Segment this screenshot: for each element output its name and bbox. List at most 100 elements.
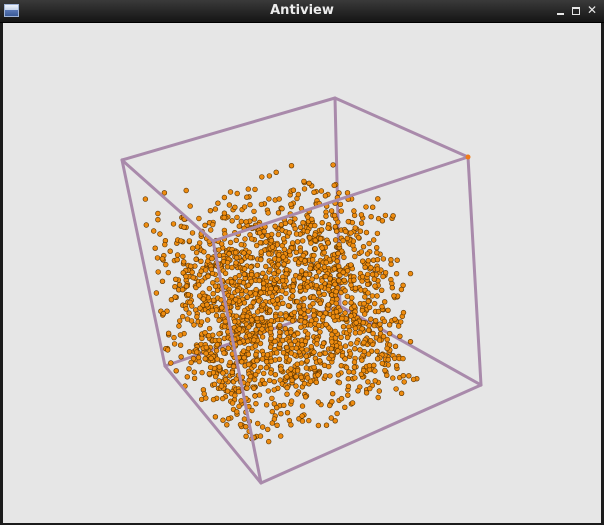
particle bbox=[308, 240, 314, 246]
particle bbox=[297, 284, 303, 290]
particle bbox=[223, 284, 229, 290]
particle bbox=[173, 368, 179, 374]
particle bbox=[348, 282, 354, 288]
particle bbox=[238, 398, 244, 404]
particle bbox=[245, 338, 251, 344]
particle bbox=[238, 218, 245, 225]
particle bbox=[241, 271, 248, 278]
particle bbox=[171, 334, 177, 341]
particle bbox=[284, 385, 290, 391]
particle bbox=[222, 318, 229, 325]
particle bbox=[266, 438, 272, 445]
particle bbox=[180, 253, 186, 260]
particle bbox=[321, 264, 328, 270]
particle bbox=[216, 247, 222, 253]
particle bbox=[268, 358, 274, 364]
particle bbox=[305, 308, 311, 314]
particle bbox=[222, 377, 229, 383]
particle bbox=[374, 250, 380, 256]
particle bbox=[366, 304, 373, 311]
particle bbox=[369, 271, 376, 278]
particle bbox=[307, 265, 313, 272]
maximize-button[interactable] bbox=[569, 3, 583, 18]
particle bbox=[322, 350, 328, 356]
particle bbox=[289, 240, 296, 246]
particle bbox=[294, 361, 300, 367]
particle bbox=[276, 268, 282, 275]
particle bbox=[210, 396, 217, 403]
particle bbox=[321, 249, 327, 256]
particle bbox=[203, 267, 209, 273]
particle bbox=[183, 283, 190, 289]
particle bbox=[216, 337, 222, 343]
particle bbox=[367, 385, 373, 392]
3d-viewport[interactable] bbox=[3, 23, 601, 523]
particle bbox=[290, 288, 296, 294]
particle bbox=[371, 276, 377, 282]
particle bbox=[359, 357, 365, 363]
particle bbox=[406, 373, 412, 379]
particle bbox=[267, 308, 273, 314]
particle bbox=[218, 383, 225, 389]
particle bbox=[312, 246, 318, 252]
particle bbox=[292, 226, 298, 232]
particle bbox=[400, 373, 406, 379]
particle bbox=[252, 343, 259, 349]
particle bbox=[183, 306, 189, 312]
particle bbox=[272, 313, 279, 319]
particle bbox=[193, 249, 200, 256]
particle bbox=[190, 274, 196, 281]
particle bbox=[337, 201, 344, 208]
particle bbox=[323, 259, 329, 266]
particle bbox=[252, 291, 259, 297]
particle bbox=[345, 218, 351, 225]
particle bbox=[392, 343, 399, 349]
particle bbox=[260, 301, 266, 308]
particle bbox=[303, 271, 309, 278]
particle bbox=[313, 283, 320, 289]
particle bbox=[310, 307, 317, 314]
particle bbox=[177, 342, 184, 348]
particle bbox=[276, 196, 282, 202]
particle bbox=[271, 271, 277, 277]
particle bbox=[212, 206, 219, 212]
particle bbox=[313, 274, 320, 280]
title-bar[interactable]: Antiview ✕ bbox=[0, 0, 604, 23]
particle bbox=[333, 300, 339, 307]
particle bbox=[220, 417, 226, 423]
particle bbox=[279, 206, 285, 212]
box-edge bbox=[120, 96, 337, 162]
particle bbox=[327, 402, 333, 409]
particle bbox=[293, 345, 300, 351]
particle bbox=[263, 365, 270, 371]
particle bbox=[326, 363, 332, 370]
particle bbox=[316, 290, 322, 296]
particle bbox=[206, 371, 213, 377]
particle-scene[interactable] bbox=[3, 23, 601, 523]
particle bbox=[311, 189, 317, 196]
particle bbox=[317, 351, 323, 357]
particle bbox=[251, 385, 257, 391]
particle bbox=[342, 343, 349, 349]
particle bbox=[394, 257, 400, 263]
particle bbox=[210, 297, 217, 303]
close-button[interactable]: ✕ bbox=[585, 3, 599, 18]
particle bbox=[376, 388, 382, 394]
particle bbox=[271, 379, 277, 385]
particle bbox=[271, 387, 277, 393]
particle bbox=[336, 278, 342, 284]
particle bbox=[234, 255, 240, 261]
particle bbox=[302, 394, 309, 400]
minimize-button[interactable] bbox=[553, 3, 567, 18]
particle bbox=[293, 231, 300, 237]
particle bbox=[245, 351, 252, 357]
particle bbox=[229, 279, 235, 285]
particle bbox=[336, 263, 342, 270]
particle bbox=[310, 300, 316, 307]
particle bbox=[259, 424, 266, 430]
particle bbox=[318, 284, 325, 290]
particle bbox=[385, 307, 391, 313]
particle bbox=[236, 272, 242, 279]
particle bbox=[344, 235, 350, 242]
particle bbox=[407, 339, 414, 345]
